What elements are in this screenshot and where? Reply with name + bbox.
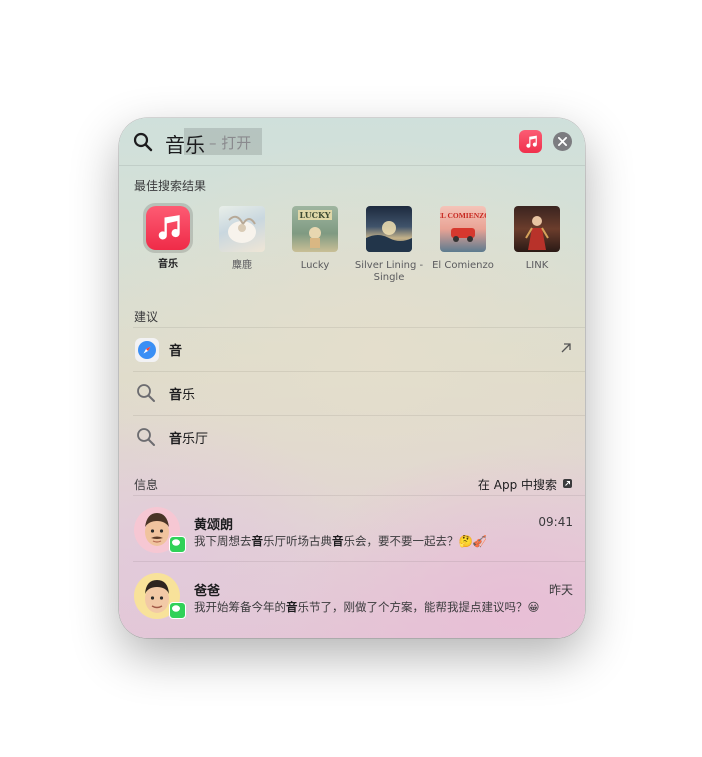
album-art: EL COMIENZO — [440, 206, 486, 252]
music-note-icon — [519, 130, 542, 153]
top-hit-label: LINK — [525, 260, 549, 271]
album-art — [219, 206, 265, 252]
message-sender: 爸爸 — [194, 584, 221, 599]
message-time: 09:41 — [538, 515, 573, 529]
close-icon[interactable] — [553, 132, 572, 151]
top-hit-album[interactable]: EL COMIENZO El Comienzo — [427, 206, 499, 272]
top-hit-label: Silver Lining - Single — [354, 260, 424, 283]
top-hit-album[interactable]: 麋鹿 — [206, 206, 278, 272]
top-hit-music-app[interactable]: 音乐 — [132, 203, 204, 271]
message-preview: 我下周想去音乐厅听场古典音乐会，要不要一起去？🤔🎻 — [194, 534, 488, 548]
messages-label: 信息 — [134, 478, 159, 492]
message-time: 昨天 — [548, 583, 573, 597]
suggestions-label: 建议 — [134, 310, 159, 324]
top-hit-label: El Comienzo — [432, 260, 494, 271]
suggestion-row[interactable]: 音 — [119, 327, 585, 371]
top-hit-album[interactable]: LINK — [501, 206, 573, 272]
divider — [133, 561, 585, 562]
top-hit-label: 麋鹿 — [232, 260, 252, 271]
arrow-up-right-icon[interactable] — [563, 479, 572, 488]
top-hits-label: 最佳搜索结果 — [134, 179, 207, 193]
search-query[interactable]: 音乐 — [165, 129, 205, 158]
suggestion-row[interactable]: 音乐厅 — [119, 415, 585, 459]
search-in-app-link[interactable]: 在 App 中搜索 — [478, 476, 557, 493]
divider — [133, 415, 585, 416]
top-hit-album[interactable]: LUCKY Lucky — [279, 206, 351, 272]
search-icon — [137, 428, 155, 446]
message-result[interactable]: 黄颂朗 09:41 我下周想去音乐厅听场古典音乐会，要不要一起去？🤔🎻 — [119, 495, 585, 561]
arrow-up-right-icon — [561, 343, 571, 353]
message-preview: 我开始筹备今年的音乐节了，刚做了个方案，能帮我提点建议吗？😀 — [194, 600, 540, 614]
suggestion-text: 音乐 — [169, 388, 196, 403]
safari-compass-icon — [135, 338, 159, 362]
divider — [133, 371, 585, 372]
message-result[interactable]: 爸爸 昨天 我开始筹备今年的音乐节了，刚做了个方案，能帮我提点建议吗？😀 — [119, 561, 585, 627]
messages-app-icon — [169, 602, 186, 619]
open-hint: – 打开 — [209, 134, 252, 152]
divider — [133, 495, 585, 496]
suggestion-text: 音乐厅 — [169, 432, 209, 447]
search-icon — [137, 384, 155, 402]
music-app-icon — [146, 206, 190, 250]
messages-app-icon — [169, 536, 186, 553]
album-art — [366, 206, 412, 252]
top-hit-label: Lucky — [300, 260, 330, 271]
album-art: LUCKY — [292, 206, 338, 252]
top-hit-album[interactable]: Silver Lining - Single — [353, 206, 425, 284]
top-hit-label: 音乐 — [158, 259, 178, 270]
spotlight-panel: 音乐 – 打开 最佳搜索结果 音乐 麋鹿 LUCKY Lucky Silver … — [119, 118, 585, 638]
album-art — [514, 206, 560, 252]
suggestion-text: 音 — [169, 344, 183, 359]
search-icon — [133, 132, 153, 152]
suggestion-row[interactable]: 音乐 — [119, 371, 585, 415]
svg-text:LUCKY: LUCKY — [300, 210, 331, 220]
divider — [133, 327, 585, 328]
svg-text:EL COMIENZO: EL COMIENZO — [440, 211, 486, 220]
search-bar[interactable]: 音乐 – 打开 — [119, 118, 585, 166]
message-sender: 黄颂朗 — [194, 518, 234, 533]
